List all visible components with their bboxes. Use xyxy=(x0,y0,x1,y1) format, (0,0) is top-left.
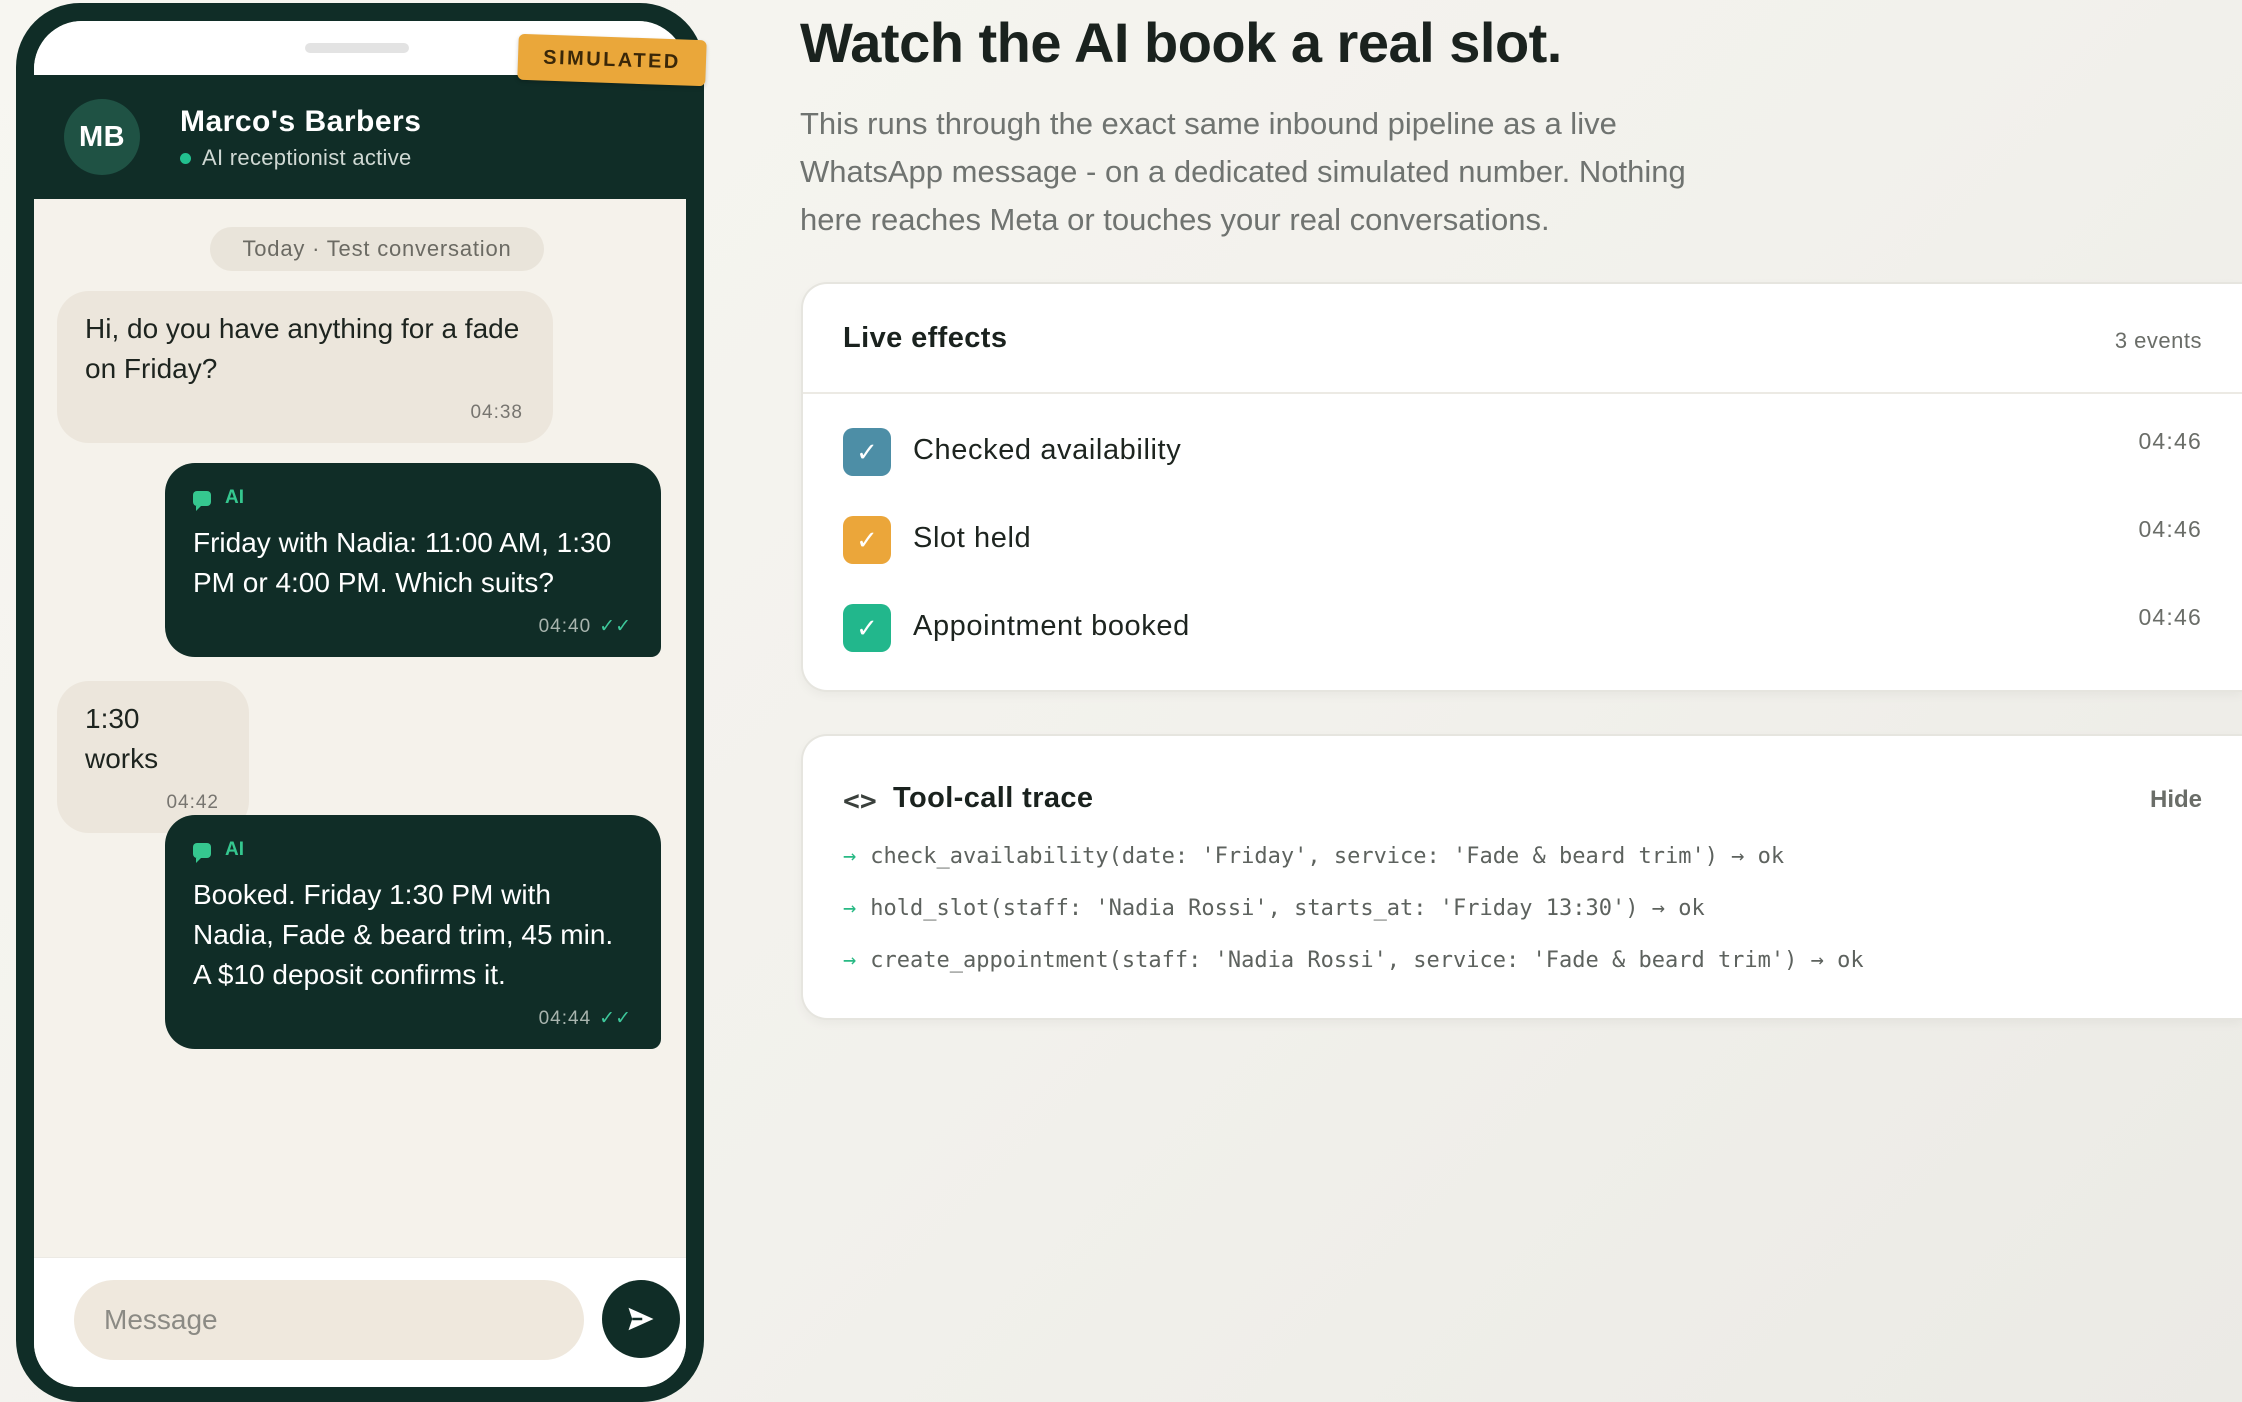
trace-line: → check_availability(date: 'Friday', serv… xyxy=(843,844,1784,869)
message-meta: 04:44 ✓✓ xyxy=(193,1007,631,1031)
page-title: Watch the AI book a real slot. xyxy=(800,11,1562,74)
effect-row: ✓ Appointment booked 04:46 xyxy=(843,604,2202,660)
message-text: Booked. Friday 1:30 PM with Nadia, Fade … xyxy=(193,879,614,990)
live-effects-title: Live effects xyxy=(843,322,1008,354)
trace-line: → hold_slot(staff: 'Nadia Rossi', starts_… xyxy=(843,896,1705,921)
message-input[interactable] xyxy=(74,1280,584,1360)
message-text: Friday with Nadia: 11:00 AM, 1:30 PM or … xyxy=(193,527,612,598)
read-ticks-icon: ✓✓ xyxy=(599,1008,631,1029)
business-status-text: AI receptionist active xyxy=(202,145,412,170)
effect-time: 04:46 xyxy=(2138,516,2202,542)
effect-time: 04:46 xyxy=(2138,428,2202,454)
trace-line: → create_appointment(staff: 'Nadia Rossi'… xyxy=(843,948,1864,973)
message-meta: 04:40 ✓✓ xyxy=(193,615,631,639)
phone-mockup: MB Marco's Barbers AI receptionist activ… xyxy=(16,3,707,1402)
message-time: 04:42 xyxy=(166,792,219,813)
effect-row: ✓ Checked availability 04:46 xyxy=(843,428,2202,484)
message-time: 04:44 xyxy=(538,1008,592,1029)
chat-bubble-icon xyxy=(193,842,211,863)
effect-label: Slot held xyxy=(913,522,1032,554)
read-ticks-icon: ✓✓ xyxy=(599,616,631,637)
send-icon xyxy=(628,1307,654,1331)
effect-time: 04:46 xyxy=(2138,604,2202,630)
send-button[interactable] xyxy=(602,1280,680,1358)
message-time: 04:40 xyxy=(538,616,592,637)
arrow-right-icon: → xyxy=(843,844,857,869)
date-divider: Today · Test conversation xyxy=(210,227,544,271)
online-dot-icon xyxy=(180,152,191,164)
check-icon: ✓ xyxy=(843,428,891,476)
trace-line-text: check_availability(date: 'Friday', servi… xyxy=(870,844,1785,869)
code-icon: <> xyxy=(843,784,877,817)
message-bubble-ai: AI Friday with Nadia: 11:00 AM, 1:30 PM … xyxy=(165,463,661,657)
business-name: Marco's Barbers xyxy=(180,105,422,138)
ai-tag: AI xyxy=(193,839,631,863)
simulated-badge: SIMULATED xyxy=(517,33,707,87)
check-icon: ✓ xyxy=(843,516,891,564)
live-effects-card: Live effects 3 events ✓ Checked availabi… xyxy=(801,282,2242,692)
ai-tag: AI xyxy=(193,487,631,511)
tool-call-trace-card: <> Tool-call trace Hide → check_availabil… xyxy=(801,734,2242,1020)
message-composer xyxy=(34,1257,686,1387)
business-status: AI receptionist active xyxy=(180,145,412,171)
arrow-right-icon: → xyxy=(843,896,857,921)
trace-line-text: create_appointment(staff: 'Nadia Rossi',… xyxy=(870,948,1864,973)
check-icon: ✓ xyxy=(843,604,891,652)
effect-row: ✓ Slot held 04:46 xyxy=(843,516,2202,572)
message-bubble-incoming: 1:30 works 04:42 xyxy=(57,681,249,833)
hide-trace-button[interactable]: Hide xyxy=(2150,786,2202,814)
phone-notch xyxy=(305,43,409,53)
page-description: This runs through the exact same inbound… xyxy=(800,106,1686,237)
chat-header: MB Marco's Barbers AI receptionist activ… xyxy=(34,75,686,199)
message-text: Hi, do you have anything for a fade on F… xyxy=(85,313,520,384)
events-count: 3 events xyxy=(2114,328,2202,353)
ai-tag-label: AI xyxy=(225,487,244,508)
effect-label: Appointment booked xyxy=(913,610,1190,642)
message-text: 1:30 works xyxy=(85,703,159,774)
ai-tag-label: AI xyxy=(225,839,244,860)
trace-header: <> Tool-call trace Hide xyxy=(843,782,2202,822)
chat-bubble-icon xyxy=(193,490,211,511)
trace-line-text: hold_slot(staff: 'Nadia Rossi', starts_a… xyxy=(870,896,1705,921)
effect-label: Checked availability xyxy=(913,434,1182,466)
avatar: MB xyxy=(64,99,140,175)
arrow-right-icon: → xyxy=(843,948,857,973)
message-bubble-incoming: Hi, do you have anything for a fade on F… xyxy=(57,291,553,443)
message-bubble-ai: AI Booked. Friday 1:30 PM with Nadia, Fa… xyxy=(165,815,661,1049)
phone-screen: MB Marco's Barbers AI receptionist activ… xyxy=(34,21,686,1387)
message-time: 04:38 xyxy=(470,402,523,423)
live-effects-header: Live effects 3 events xyxy=(803,284,2242,394)
trace-title: Tool-call trace xyxy=(893,782,1094,814)
